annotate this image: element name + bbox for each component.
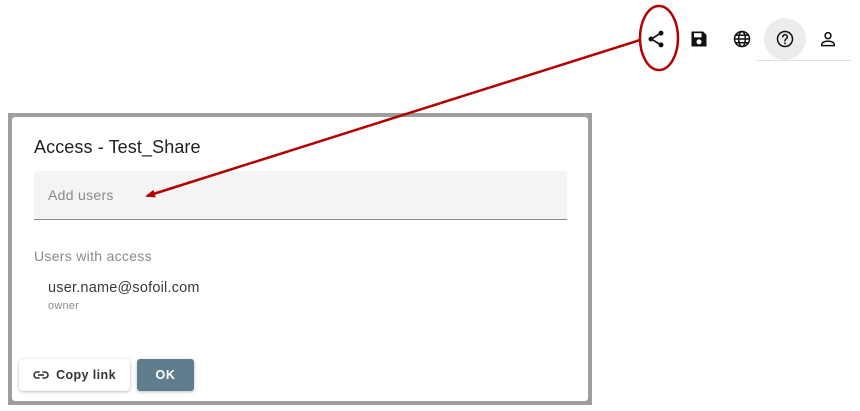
- share-icon: [648, 30, 664, 48]
- add-users-field[interactable]: [34, 171, 567, 220]
- copy-link-label: Copy link: [56, 368, 116, 382]
- dialog-title: Access - Test_Share: [34, 137, 201, 157]
- globe-icon: [733, 30, 751, 48]
- save-icon: [691, 31, 707, 47]
- save-button[interactable]: [678, 18, 720, 60]
- top-toolbar: [635, 18, 851, 61]
- ok-button[interactable]: OK: [137, 359, 194, 391]
- account-button[interactable]: [807, 18, 849, 60]
- account-icon: [821, 31, 835, 47]
- language-button[interactable]: [721, 18, 763, 60]
- link-icon: [33, 371, 49, 379]
- user-email: user.name@sofoil.com: [48, 280, 200, 296]
- add-users-input[interactable]: [34, 171, 567, 219]
- share-button[interactable]: [635, 18, 677, 60]
- screen: Access - Test_Share Users with access us…: [0, 0, 860, 411]
- help-icon: [776, 30, 794, 48]
- users-with-access-label: Users with access: [34, 248, 152, 264]
- access-dialog: Access - Test_Share Users with access us…: [12, 117, 588, 401]
- toolbar-divider: [756, 60, 851, 61]
- help-button[interactable]: [764, 18, 806, 60]
- copy-link-button[interactable]: Copy link: [19, 359, 130, 391]
- user-role: owner: [48, 300, 79, 312]
